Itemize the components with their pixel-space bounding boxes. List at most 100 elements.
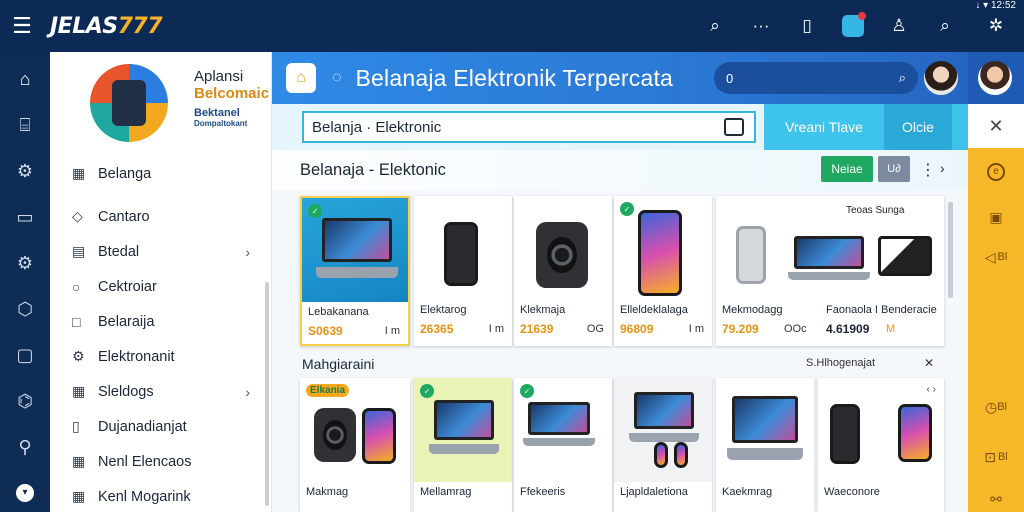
dropdown-icon[interactable]: ▾ — [0, 470, 50, 512]
clock-icon[interactable]: ◷ Bl — [968, 394, 1024, 420]
tab-bar: Vreani Tlave Olcie — [764, 104, 968, 150]
product-card[interactable]: ✓ Ffekeeris — [514, 378, 612, 512]
send-icon[interactable]: ◁ Bl — [968, 244, 1024, 270]
home-icon[interactable]: ⌂ — [286, 63, 316, 93]
avatar[interactable] — [978, 61, 1012, 95]
lock-icon[interactable]: ⊡ Bl — [968, 444, 1024, 470]
image-icon[interactable]: ▣ — [968, 204, 1024, 230]
more-icon[interactable]: ··· — [738, 0, 784, 52]
home-icon[interactable]: ⌂ — [0, 56, 50, 102]
product-meta: OG — [586, 323, 604, 335]
product-price: 21639 — [520, 322, 554, 336]
sidebar-item-label: Kenl Mogarink — [98, 488, 191, 505]
product-meta: M — [886, 323, 896, 335]
book-icon[interactable]: ⌬ — [0, 378, 50, 424]
phone-image — [736, 226, 766, 284]
filter-button[interactable]: U∂ — [878, 156, 910, 182]
chat-icon[interactable]: ◌ — [332, 69, 342, 87]
sidebar-item[interactable]: ▦ Kenl Mogarink — [50, 479, 264, 512]
sidebar-item[interactable]: ◇ Cantaro — [50, 199, 264, 234]
section-link[interactable]: S.Hlhogenajat — [806, 357, 875, 369]
sidebar-scrollbar[interactable] — [265, 282, 269, 506]
search-input[interactable]: 0 ⌕ — [714, 62, 918, 94]
verified-icon: ✓ — [308, 204, 322, 218]
section-title: Belanaja - Elektonic — [300, 161, 446, 179]
tab-order[interactable]: Olcie — [884, 104, 952, 150]
sidebar-item[interactable]: ▦ Belanga — [50, 156, 264, 191]
hamburger-menu-icon[interactable]: ☰ — [0, 0, 44, 52]
grid-icon: ▦ — [72, 488, 86, 504]
sidebar-item[interactable]: ▯ Dujanadianjat — [50, 409, 264, 444]
gift-icon[interactable] — [830, 0, 876, 52]
chevron-right-icon: › — [245, 243, 250, 260]
close-icon[interactable]: ✕ — [968, 104, 1024, 148]
pin-icon[interactable]: ⚲ — [0, 424, 50, 470]
sidebar-item[interactable]: ▤ Btedal › — [50, 234, 264, 269]
shield-icon[interactable]: ⬡ — [0, 286, 50, 332]
tablet-icon[interactable]: ▯ — [784, 0, 830, 52]
product-card[interactable]: Ljapldaletiona — [614, 378, 712, 512]
bag-icon[interactable]: ⌸ — [0, 102, 50, 148]
search-icon[interactable]: ⌕ — [899, 70, 906, 86]
product-card[interactable]: Elkania Makmag — [300, 378, 410, 512]
phone-image — [444, 222, 478, 286]
product-card[interactable]: ✓ Mellamrag — [414, 378, 512, 512]
camera-image — [536, 222, 588, 288]
app-logo[interactable]: JELAS777 — [50, 14, 163, 39]
close-icon[interactable]: ✕ — [924, 356, 934, 370]
product-card[interactable]: Teoas Sunga Mekmodagg 79.209 OOc Faonaol… — [716, 196, 944, 346]
more-icon[interactable]: ⋮ — [920, 160, 936, 180]
card-top-label: Teoas Sunga — [846, 205, 905, 216]
folder-icon[interactable]: ▭ — [0, 194, 50, 240]
tab-view[interactable]: Vreani Tlave — [764, 104, 884, 150]
product-price: 26365 — [420, 322, 454, 336]
box-icon[interactable]: ▢ — [0, 332, 50, 378]
search-icon[interactable]: ⌕ — [692, 0, 738, 52]
sidebar-item[interactable]: ▦ Sleldogs › — [50, 374, 264, 409]
sidebar-item[interactable]: ⚙ Elektronanit — [50, 339, 264, 374]
product-card[interactable]: ✓ Elleldeklalaga 96809 I m — [614, 196, 712, 346]
section-header: Belanaja - Elektonic Neiae U∂ ⋮ › — [272, 150, 968, 190]
avatar[interactable] — [924, 61, 958, 95]
product-card[interactable]: Kaekmrag — [716, 378, 814, 512]
sidebar-item-label: Sleldogs — [98, 383, 154, 400]
gear-icon[interactable]: ⚙ — [0, 148, 50, 194]
left-rail: ⌂ ⌸ ⚙ ▭ ⚙ ⬡ ▢ ⌬ ⚲ ▾ — [0, 52, 50, 512]
laptop-image — [726, 396, 804, 460]
sidebar-item[interactable]: ○ Cektroiar — [50, 269, 264, 304]
product-card[interactable]: Elektarog 26365 I m — [414, 196, 512, 346]
link-icon[interactable]: ⚯ — [968, 486, 1024, 512]
new-button[interactable]: Neiae — [821, 156, 873, 182]
search-icon[interactable]: ⌕ — [922, 0, 968, 52]
user-icon[interactable]: ♙ — [876, 0, 922, 52]
copy-icon[interactable] — [724, 118, 744, 136]
chevron-right-icon[interactable]: › — [940, 160, 945, 176]
coin-icon[interactable]: e — [968, 158, 1024, 186]
breadcrumb-bar: Belanja · Elektronic Vreani Tlave Olcie — [272, 104, 968, 150]
sidebar-item-label: Btedal — [98, 243, 140, 260]
product-meta: I m — [688, 323, 704, 335]
more-icon[interactable]: ‹ › — [927, 384, 936, 395]
product-card[interactable]: Klekmaja 21639 OG — [514, 196, 612, 346]
sidebar-item[interactable]: □ Belaraija — [50, 304, 264, 339]
breadcrumb-input[interactable]: Belanja · Elektronic — [302, 111, 756, 143]
product-image — [614, 378, 712, 482]
product-image — [514, 196, 612, 300]
product-name: Klekmaja — [520, 304, 566, 316]
grid-icon: ▦ — [72, 165, 86, 181]
brand-line3: Bektanel — [194, 107, 240, 119]
notification-dot — [858, 12, 866, 20]
product-card[interactable]: ✓ Lebakanana S0639 I m — [300, 196, 410, 346]
sidebar-item[interactable]: ▦ Nenl Elencaos — [50, 444, 264, 479]
content-scrollbar[interactable] — [948, 202, 953, 298]
gear-icon[interactable]: ⚙ — [0, 240, 50, 286]
product-image — [716, 378, 814, 482]
status-bar: ↓ ▾ 12:52 — [975, 0, 1016, 11]
product-price: 79.209 — [722, 322, 759, 336]
diamond-icon: ◇ — [72, 208, 83, 224]
panel-label: Bl — [997, 451, 1008, 463]
page-header: ⌂ ◌ Belanaja Elektronik Terpercata 0 ⌕ — [272, 52, 968, 104]
laptop-image — [429, 400, 499, 454]
panel-label: Bl — [997, 251, 1008, 263]
product-card[interactable]: ‹ › Waeconore — [818, 378, 944, 512]
